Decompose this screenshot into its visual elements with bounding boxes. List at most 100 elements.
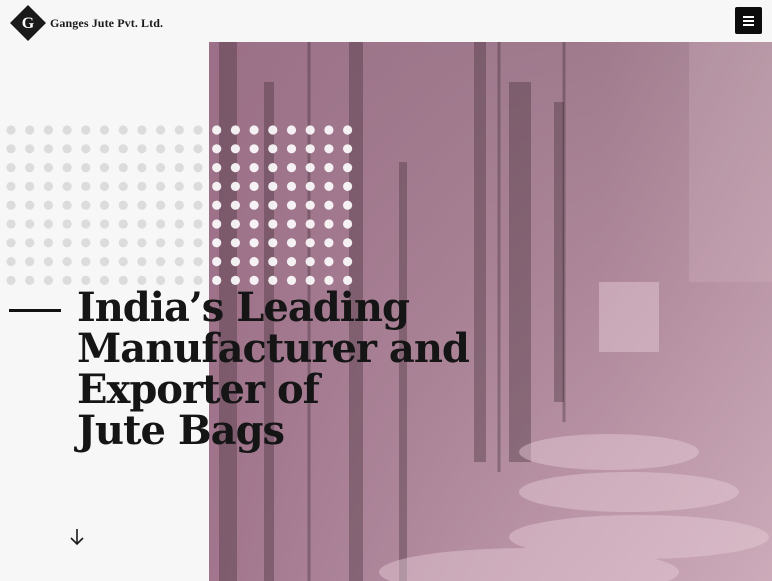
pattern-dot — [43, 125, 54, 135]
pattern-dot — [174, 144, 184, 154]
pattern-dot — [268, 200, 278, 210]
pattern-dot — [118, 219, 128, 229]
pattern-dot — [193, 144, 203, 154]
pattern-dot — [212, 219, 222, 229]
pattern-dot — [43, 275, 54, 285]
pattern-dot — [268, 125, 278, 135]
pattern-dot — [286, 181, 297, 191]
pattern-dot — [62, 163, 72, 173]
pattern-dot — [286, 125, 297, 135]
pattern-dot — [81, 181, 91, 191]
pattern-dot — [156, 125, 166, 135]
pattern-dot — [230, 219, 240, 229]
pattern-dot — [212, 144, 222, 154]
pattern-dot — [118, 200, 128, 210]
pattern-dot — [249, 144, 259, 154]
pattern-dot — [156, 163, 166, 173]
pattern-dot — [305, 125, 315, 135]
pattern-dot — [43, 219, 54, 229]
pattern-dot — [305, 238, 315, 248]
arrow-down-icon[interactable] — [68, 527, 86, 547]
pattern-dot — [137, 257, 147, 267]
pattern-dot — [25, 144, 35, 154]
pattern-dot — [174, 125, 184, 135]
pattern-dot — [305, 200, 315, 210]
pattern-dot — [118, 181, 128, 191]
pattern-dot — [118, 257, 128, 267]
pattern-dot — [118, 144, 128, 154]
pattern-dot — [81, 200, 91, 210]
pattern-dot — [6, 125, 16, 135]
pattern-dot — [343, 200, 353, 210]
pattern-dot — [137, 238, 147, 248]
pattern-dot — [286, 257, 297, 267]
pattern-dot — [249, 238, 259, 248]
pattern-dot — [305, 257, 315, 267]
pattern-dot — [43, 181, 54, 191]
pattern-dot — [25, 275, 35, 285]
pattern-dot — [137, 144, 147, 154]
headline-line: India’s Leading — [77, 284, 410, 331]
pattern-dot — [212, 257, 222, 267]
pattern-dot — [137, 163, 147, 173]
pattern-dot — [137, 125, 147, 135]
pattern-dot — [193, 163, 203, 173]
pattern-dot — [99, 125, 110, 135]
pattern-dot — [81, 257, 91, 267]
pattern-dot — [230, 181, 240, 191]
pattern-dot — [249, 200, 259, 210]
pattern-dot — [230, 238, 240, 248]
pattern-dot — [305, 144, 315, 154]
pattern-dot — [343, 181, 353, 191]
pattern-dot — [99, 181, 110, 191]
pattern-dot — [324, 163, 334, 173]
pattern-dot — [156, 219, 166, 229]
pattern-dot — [156, 200, 166, 210]
pattern-dot — [343, 257, 353, 267]
pattern-dot — [324, 144, 334, 154]
pattern-dot — [268, 219, 278, 229]
pattern-dot — [193, 257, 203, 267]
pattern-dot — [25, 219, 35, 229]
pattern-dot — [193, 125, 203, 135]
hero-headline: India’s Leading Manufacturer and Exporte… — [77, 284, 470, 451]
menu-button[interactable] — [735, 7, 762, 34]
pattern-dot — [324, 125, 334, 135]
pattern-dot — [193, 200, 203, 210]
pattern-dot — [193, 181, 203, 191]
pattern-dot — [137, 181, 147, 191]
pattern-dot — [343, 144, 353, 154]
pattern-dot — [99, 238, 110, 248]
pattern-dot — [62, 144, 72, 154]
pattern-dot — [99, 163, 110, 173]
pattern-dot — [6, 275, 16, 285]
pattern-dot — [212, 238, 222, 248]
pattern-dot — [43, 144, 54, 154]
pattern-dot — [230, 257, 240, 267]
pattern-dot — [324, 200, 334, 210]
pattern-dot — [6, 181, 16, 191]
pattern-dot — [25, 181, 35, 191]
pattern-dot — [230, 144, 240, 154]
pattern-dot — [249, 163, 259, 173]
pattern-dot — [6, 257, 16, 267]
pattern-dot — [343, 163, 353, 173]
pattern-dot — [286, 219, 297, 229]
pattern-dot — [62, 275, 72, 285]
pattern-dot — [118, 238, 128, 248]
pattern-dot — [286, 200, 297, 210]
pattern-dot — [6, 144, 16, 154]
pattern-dot — [118, 163, 128, 173]
pattern-dot — [324, 238, 334, 248]
headline-line: Exporter of — [77, 366, 320, 413]
pattern-dot — [99, 257, 110, 267]
pattern-dot — [174, 257, 184, 267]
pattern-dot — [6, 200, 16, 210]
pattern-dot — [324, 219, 334, 229]
pattern-dot — [324, 257, 334, 267]
pattern-dot — [343, 125, 353, 135]
pattern-dot — [62, 238, 72, 248]
pattern-dot — [43, 257, 54, 267]
pattern-dot — [249, 125, 259, 135]
pattern-dot — [286, 238, 297, 248]
